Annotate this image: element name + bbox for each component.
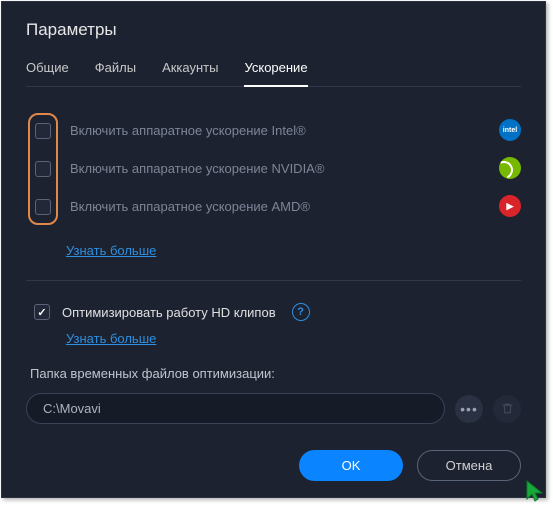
path-row: ••• bbox=[26, 393, 521, 424]
help-icon[interactable]: ? bbox=[292, 303, 310, 321]
link-learn-more-optimize[interactable]: Узнать больше bbox=[66, 331, 156, 346]
label-nvidia: Включить аппаратное ускорение NVIDIA® bbox=[70, 161, 324, 176]
label-amd: Включить аппаратное ускорение AMD® bbox=[70, 199, 310, 214]
checkbox-highlight-annotation bbox=[28, 113, 58, 225]
browse-button[interactable]: ••• bbox=[455, 395, 483, 423]
tab-general[interactable]: Общие bbox=[26, 60, 69, 86]
temp-folder-input[interactable] bbox=[26, 393, 445, 424]
nvidia-icon bbox=[499, 157, 521, 179]
intel-icon: intel bbox=[499, 119, 521, 141]
settings-window: Параметры Общие Файлы Аккаунты Ускорение… bbox=[1, 1, 546, 498]
cursor-arrow-annotation bbox=[523, 479, 547, 503]
ok-button[interactable]: OK bbox=[299, 450, 403, 481]
delete-folder-button[interactable] bbox=[493, 395, 521, 423]
row-intel: Включить аппаратное ускорение Intel® int… bbox=[70, 122, 521, 138]
link-learn-more-hw[interactable]: Узнать больше bbox=[66, 243, 156, 258]
cancel-button[interactable]: Отмена bbox=[417, 450, 521, 481]
row-nvidia: Включить аппаратное ускорение NVIDIA® bbox=[70, 160, 521, 176]
amd-icon: ▶ bbox=[499, 195, 521, 217]
label-optimize-hd: Оптимизировать работу HD клипов bbox=[62, 305, 276, 320]
checkbox-intel-acceleration[interactable] bbox=[35, 123, 51, 139]
row-amd: Включить аппаратное ускорение AMD® ▶ bbox=[70, 198, 521, 214]
folder-label: Папка временных файлов оптимизации: bbox=[30, 366, 521, 381]
tabs-bar: Общие Файлы Аккаунты Ускорение bbox=[26, 60, 521, 87]
checkbox-nvidia-acceleration[interactable] bbox=[35, 161, 51, 177]
hardware-rows: Включить аппаратное ускорение Intel® int… bbox=[70, 113, 521, 214]
hardware-acceleration-block: Включить аппаратное ускорение Intel® int… bbox=[26, 113, 521, 225]
label-intel: Включить аппаратное ускорение Intel® bbox=[70, 123, 306, 138]
tab-accounts[interactable]: Аккаунты bbox=[162, 60, 218, 86]
tab-files[interactable]: Файлы bbox=[95, 60, 136, 86]
ellipsis-icon: ••• bbox=[460, 402, 478, 416]
trash-icon bbox=[501, 402, 514, 415]
window-title: Параметры bbox=[26, 20, 521, 40]
checkbox-optimize-hd[interactable] bbox=[34, 304, 50, 320]
footer-buttons: OK Отмена bbox=[299, 450, 521, 481]
divider bbox=[26, 280, 521, 281]
optimize-row: Оптимизировать работу HD клипов ? bbox=[34, 303, 521, 321]
tab-acceleration[interactable]: Ускорение bbox=[244, 60, 307, 87]
checkbox-amd-acceleration[interactable] bbox=[35, 199, 51, 215]
